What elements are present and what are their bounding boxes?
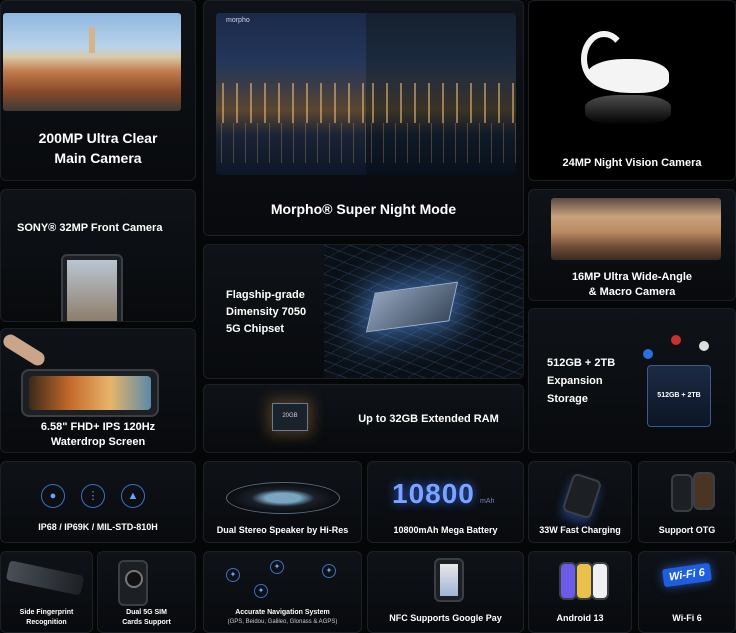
tile-navigation: ✦ ✦ ✦ ✦ Accurate Navigation System (GPS,…	[203, 551, 362, 633]
charging-label: 33W Fast Charging	[539, 525, 621, 535]
fingerprint-label-1: Side Fingerprint	[19, 609, 74, 616]
drop-test-icon: ▲	[121, 484, 145, 508]
morpho-watermark: morpho	[226, 17, 250, 24]
battery-big-number: 10800	[392, 478, 475, 509]
app-icon	[643, 349, 653, 359]
app-icon	[671, 335, 681, 345]
tile-speaker: Dual Stereo Speaker by Hi-Res	[203, 461, 362, 543]
swan-reflection	[585, 95, 671, 125]
venice-photo	[3, 13, 181, 111]
tile-fingerprint: Side Fingerprint Recognition	[0, 551, 93, 633]
tile-rugged: ● ⋮ ▲ IP68 / IP69K / MIL-STD-810H	[0, 461, 196, 543]
night-photo-after	[366, 13, 516, 175]
tile-ultra-wide: 16MP Ultra Wide-Angle & Macro Camera	[528, 189, 736, 301]
wifi-label: Wi-Fi 6	[672, 613, 702, 623]
speaker-phone-image	[226, 482, 340, 514]
storage-label-2: Expansion	[547, 375, 603, 387]
tile-night-vision: 24MP Night Vision Camera	[528, 0, 736, 181]
dust-icon: ⋮	[81, 484, 105, 508]
phone-screen-image	[21, 369, 159, 417]
chipset-label-1: Flagship-grade	[226, 289, 305, 301]
satellite-icon: ✦	[270, 560, 284, 574]
otg-label: Support OTG	[658, 525, 716, 535]
charging-phone-image	[561, 472, 603, 520]
satellite-icon: ✦	[322, 564, 336, 578]
tile-wifi: Wi-Fi 6 Wi-Fi 6	[638, 551, 736, 633]
ultra-wide-label-2: & Macro Camera	[588, 286, 676, 298]
dual-sim-label-2: Cards Support	[122, 619, 171, 626]
speaker-label: Dual Stereo Speaker by Hi-Res	[216, 525, 349, 535]
front-camera-label: SONY® 32MP Front Camera	[17, 222, 163, 234]
storage-label-3: Storage	[547, 393, 588, 405]
water-drop-icon: ●	[41, 484, 65, 508]
nfc-label: NFC Supports Google Pay	[389, 613, 502, 623]
wifi-badge: Wi-Fi 6	[661, 562, 712, 588]
tile-storage: 512GB + 2TB Expansion Storage 512GB + 2T…	[528, 308, 736, 453]
satellite-icon: ✦	[226, 568, 240, 582]
storage-card-image: 512GB + 2TB	[647, 365, 711, 427]
screen-label-1: 6.58" FHD+ IPS 120Hz	[40, 421, 156, 433]
phone-front-camera-image	[61, 254, 123, 321]
tile-android: Android 13	[528, 551, 632, 633]
tile-battery: 10800 mAh 10800mAh Mega Battery	[367, 461, 524, 543]
fingerprint-label-2: Recognition	[26, 619, 67, 626]
rugged-label: IP68 / IP69K / MIL-STD-810H	[38, 522, 158, 532]
bell-tower-shape	[89, 27, 95, 53]
tile-otg: Support OTG	[638, 461, 736, 543]
night-photo-before	[216, 13, 366, 175]
tile-main-camera: 200MP Ultra Clear Main Camera	[0, 0, 196, 181]
battery-label: 10800mAh Mega Battery	[393, 525, 498, 535]
navigation-label-2: (GPS, Beidou, Galileo, Glonass & AGPS)	[227, 619, 338, 625]
fingerprint-phone-image	[5, 560, 85, 596]
android-label: Android 13	[556, 613, 604, 623]
chipset-label-3: 5G Chipset	[226, 323, 285, 335]
main-camera-label-1: 200MP Ultra Clear	[38, 130, 158, 146]
finger-shape	[1, 331, 48, 369]
battery-unit: mAh	[480, 498, 495, 505]
ram-chip-text: 20GB	[282, 413, 298, 419]
tile-dual-sim: Dual 5G SIM Cards Support	[97, 551, 196, 633]
navigation-label-1: Accurate Navigation System	[235, 609, 330, 616]
ram-chip-icon: 20GB	[272, 403, 308, 431]
otg-phone-image	[671, 474, 693, 512]
tile-ram: 20GB Up to 32GB Extended RAM	[203, 384, 524, 453]
ram-label: Up to 32GB Extended RAM	[358, 413, 499, 425]
chipset-label-2: Dimensity 7050	[226, 306, 307, 318]
tile-nfc: NFC Supports Google Pay	[367, 551, 524, 633]
tile-chipset: Flagship-grade Dimensity 7050 5G Chipset	[203, 244, 524, 379]
dual-sim-label-1: Dual 5G SIM	[126, 609, 167, 616]
tile-screen: 6.58" FHD+ IPS 120Hz Waterdrop Screen	[0, 328, 196, 453]
ultra-wide-label-1: 16MP Ultra Wide-Angle	[571, 271, 693, 283]
night-vision-label: 24MP Night Vision Camera	[562, 157, 702, 169]
tile-front-camera: SONY® 32MP Front Camera	[0, 189, 196, 322]
app-icon	[699, 341, 709, 351]
storage-label-1: 512GB + 2TB	[547, 357, 616, 369]
city-photo	[551, 198, 721, 260]
nfc-phone-image	[434, 558, 464, 602]
tile-charging: 33W Fast Charging	[528, 461, 632, 543]
night-mode-label: Morpho® Super Night Mode	[270, 201, 457, 217]
satellite-icon: ✦	[254, 584, 268, 598]
tile-night-mode: morpho Morpho® Super Night Mode	[203, 0, 524, 236]
dual-sim-phone-image	[118, 560, 148, 606]
screen-label-2: Waterdrop Screen	[50, 436, 146, 448]
storage-badge: 512GB + 2TB	[657, 392, 701, 399]
main-camera-label-2: Main Camera	[54, 150, 142, 166]
